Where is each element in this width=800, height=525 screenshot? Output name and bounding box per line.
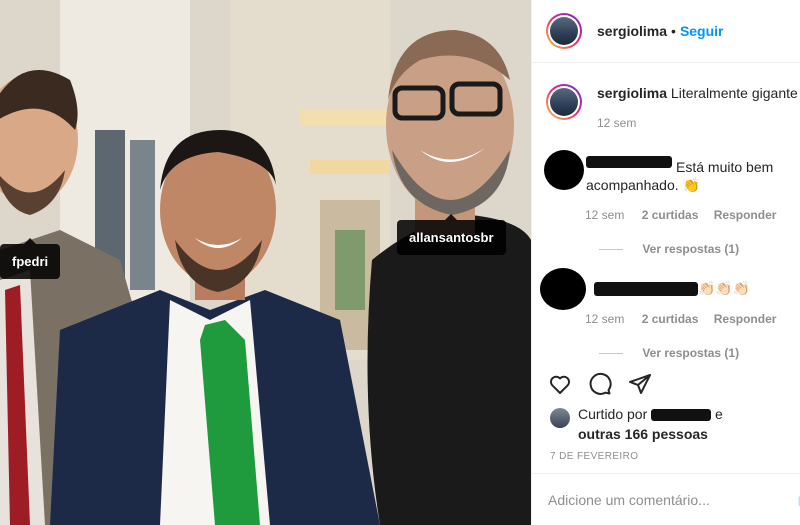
view-replies-label: Ver respostas (1) — [642, 242, 740, 256]
comments-list[interactable]: sergiolima Literalmente gigante 12 sem E… — [532, 64, 800, 364]
comment-meta: 12 sem 2 curtidas Responder — [585, 208, 776, 222]
redacted-avatar — [544, 150, 584, 190]
view-replies-button[interactable]: Ver respostas (1) — [599, 242, 739, 256]
photo-illustration — [0, 0, 531, 525]
post-date[interactable]: 7 DE FEVEREIRO — [550, 451, 638, 462]
caption-avatar[interactable] — [546, 84, 582, 120]
comment-icon[interactable] — [588, 372, 612, 396]
author-username[interactable]: sergiolima — [597, 23, 667, 39]
separator-dot: • — [671, 23, 676, 39]
redacted-username — [594, 282, 698, 296]
tag-label: allansantosbr — [409, 230, 494, 245]
post-actions — [548, 372, 668, 396]
view-replies-button[interactable]: Ver respostas (1) — [599, 346, 739, 360]
comment-text-line1: Está muito bem — [676, 159, 774, 175]
reply-button[interactable]: Responder — [714, 312, 777, 326]
comment-text-line2: acompanhado. 👏 — [586, 177, 700, 193]
comment-text: 👏🏻👏🏻👏🏻 — [698, 280, 751, 296]
photo-tag-allansantosbr[interactable]: allansantosbr — [397, 214, 506, 255]
tag-label: fpedri — [12, 254, 49, 269]
redacted-avatar — [540, 268, 586, 310]
view-replies-label: Ver respostas (1) — [642, 346, 740, 360]
share-icon[interactable] — [628, 372, 652, 396]
follow-button[interactable]: Seguir — [680, 23, 724, 39]
post-caption: sergiolima Literalmente gigante 12 sem — [546, 84, 800, 132]
heart-icon[interactable] — [548, 372, 572, 396]
redacted-username — [586, 156, 672, 168]
post-photo[interactable]: fpedri allansantosbr — [0, 0, 531, 525]
comment-likes[interactable]: 2 curtidas — [642, 312, 699, 326]
caption-username[interactable]: sergiolima — [597, 85, 667, 101]
author-avatar[interactable] — [546, 13, 582, 49]
likes-count-link[interactable]: outras 166 pessoas — [578, 426, 708, 442]
comment-meta: 12 sem 2 curtidas Responder — [585, 312, 776, 326]
comment-time[interactable]: 12 sem — [585, 312, 624, 326]
photo-tag-fpedri[interactable]: fpedri — [0, 238, 61, 279]
add-comment-bar: P — [532, 473, 800, 525]
post-header: sergiolima • Seguir — [532, 0, 800, 63]
comment-likes[interactable]: 2 curtidas — [642, 208, 699, 222]
comment-input[interactable] — [548, 491, 778, 508]
liker-avatar[interactable] — [550, 408, 570, 428]
post-side-panel: sergiolima • Seguir sergiolima Literalme… — [531, 0, 800, 525]
caption-time[interactable]: 12 sem — [597, 116, 636, 130]
caption-text: Literalmente gigante — [670, 85, 798, 101]
liked-by: Curtido por e outras 166 pessoas — [550, 404, 723, 444]
reply-button[interactable]: Responder — [714, 208, 777, 222]
redacted-liker — [651, 409, 712, 422]
liked-by-suffix: e — [715, 406, 723, 422]
comment-time[interactable]: 12 sem — [585, 208, 624, 222]
liked-by-prefix: Curtido por — [578, 406, 648, 422]
